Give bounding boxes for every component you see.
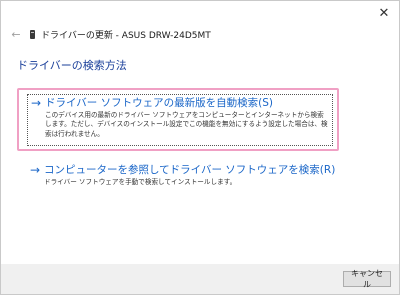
page-title: ドライバーの検索方法 xyxy=(17,59,127,72)
dialog-title: ドライバーの更新 - ASUS DRW-24D5MT xyxy=(41,30,211,41)
browse-computer-option[interactable]: → コンピューターを参照してドライバー ソフトウェアを検索(R) ドライバー ソ… xyxy=(27,163,337,187)
driver-update-dialog: ✕ ← ドライバーの更新 - ASUS DRW-24D5MT ドライバーの検索方… xyxy=(0,0,400,295)
arrow-right-icon: → xyxy=(31,96,42,110)
close-button[interactable]: ✕ xyxy=(371,1,397,25)
close-icon: ✕ xyxy=(378,5,390,21)
dialog-footer: キャンセル xyxy=(1,264,399,294)
back-button[interactable]: ← xyxy=(9,27,23,41)
optical-drive-icon xyxy=(30,29,35,39)
back-arrow-icon: ← xyxy=(11,27,21,41)
auto-search-option[interactable]: → ドライバー ソフトウェアの最新版を自動検索(S) このデバイス用の最新のドラ… xyxy=(27,94,333,146)
dialog-header: ← ドライバーの更新 - ASUS DRW-24D5MT xyxy=(9,26,211,42)
cancel-button[interactable]: キャンセル xyxy=(343,269,391,289)
option-title: コンピューターを参照してドライバー ソフトウェアを検索(R) xyxy=(44,164,336,176)
option-description: このデバイス用の最新のドライバー ソフトウェアをコンピューターとインターネットか… xyxy=(45,111,328,138)
option-description: ドライバー ソフトウェアを手動で検索してインストールします。 xyxy=(44,178,237,186)
option-title: ドライバー ソフトウェアの最新版を自動検索(S) xyxy=(45,97,273,109)
arrow-right-icon: → xyxy=(30,163,41,177)
